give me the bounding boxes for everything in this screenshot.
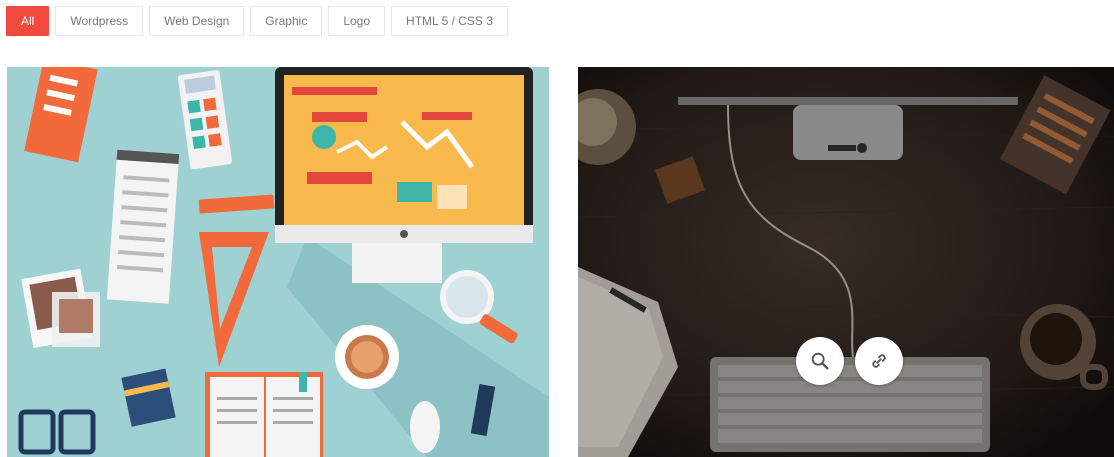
portfolio-overlay-actions <box>796 337 903 385</box>
link-button[interactable] <box>855 337 903 385</box>
filter-html-css[interactable]: HTML 5 / CSS 3 <box>391 6 508 36</box>
portfolio-item-dark-desk[interactable] <box>578 67 1114 457</box>
link-icon <box>872 354 886 368</box>
filter-all[interactable]: All <box>6 6 50 36</box>
portfolio-item-flat-workspace[interactable] <box>7 67 549 457</box>
filter-graphic[interactable]: Graphic <box>250 6 323 36</box>
filter-logo[interactable]: Logo <box>328 6 386 36</box>
portfolio-filter-bar: All Wordpress Web Design Graphic Logo HT… <box>6 6 508 36</box>
filter-wordpress[interactable]: Wordpress <box>55 6 144 36</box>
filter-web-design[interactable]: Web Design <box>149 6 245 36</box>
dark-desk-photo <box>578 67 1114 457</box>
flat-workspace-illustration <box>7 67 549 457</box>
zoom-button[interactable] <box>796 337 844 385</box>
zoom-icon <box>811 352 829 370</box>
